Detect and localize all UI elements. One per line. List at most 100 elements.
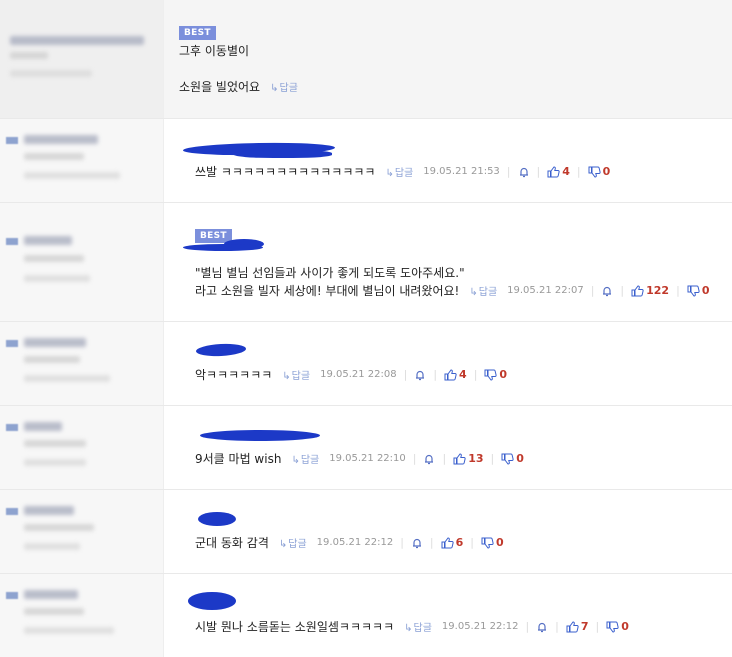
reply-button[interactable]: ↳답글 (404, 619, 432, 634)
downvote-button[interactable]: 0 (606, 620, 629, 633)
upvote-button[interactable]: 4 (547, 165, 570, 178)
comment-content: 9서클 마법 wish ↳답글 19.05.21 22:10 | | 13 | … (164, 406, 732, 489)
comment-timestamp: 19.05.21 22:08 (320, 369, 397, 380)
thumbs-up-icon (441, 536, 454, 548)
reply-arrow-icon: ↳ (404, 623, 413, 634)
comment-content: 악ㅋㅋㅋㅋㅋㅋ ↳답글 19.05.21 22:08 | | 4 | 0 (164, 322, 732, 405)
reply-arrow-icon: ↳ (469, 287, 478, 298)
comment-timestamp: 19.05.21 22:12 (316, 537, 394, 548)
upvote-button[interactable]: 122 (631, 284, 669, 297)
comment-row: BEST "별님 별님 선임들과 사이가 좋게 되도록 도아주세요." 라고 소… (0, 203, 732, 322)
thumbs-down-icon (484, 369, 498, 381)
reply-button[interactable]: ↳답글 (282, 367, 310, 382)
divider: | (470, 536, 475, 549)
comment-line-1: 그후 이동별이 (179, 42, 249, 59)
reply-button[interactable]: ↳답글 (385, 164, 413, 179)
upvote-count: 7 (580, 620, 589, 633)
divider: | (506, 165, 511, 178)
divider: | (403, 368, 408, 381)
thumbs-up-icon (566, 620, 579, 632)
divider: | (442, 452, 447, 465)
bell-icon[interactable] (411, 537, 423, 549)
flag-icon (6, 424, 18, 431)
divider: | (595, 620, 600, 633)
downvote-button[interactable]: 0 (501, 452, 524, 465)
comment-line-1: 악ㅋㅋㅋㅋㅋㅋ ↳답글 19.05.21 22:08 | | 4 | 0 (195, 366, 507, 383)
thumbs-up-icon (453, 452, 466, 464)
comment-line-1: 시발 뭔나 소름돋는 소원일셈ㅋㅋㅋㅋㅋ ↳답글 19.05.21 22:12 … (195, 618, 629, 635)
divider: | (412, 452, 417, 465)
upvote-button[interactable]: 4 (444, 368, 467, 381)
comment-content: BEST 그후 이동별이 소원을 빌었어요 ↳답글 (164, 0, 732, 118)
downvote-button[interactable]: 0 (687, 284, 710, 297)
thumbs-up-icon (547, 165, 560, 177)
bell-icon[interactable] (423, 453, 435, 465)
reply-button[interactable]: ↳답글 (279, 535, 307, 550)
reply-button[interactable]: ↳답글 (270, 79, 298, 94)
downvote-count: 0 (701, 284, 710, 297)
flag-icon (6, 508, 18, 515)
bell-icon[interactable] (536, 621, 548, 633)
comment-author-blurred (0, 203, 164, 321)
thumbs-up-icon (631, 284, 644, 296)
divider: | (490, 452, 495, 465)
comment-author-blurred (0, 322, 164, 405)
divider: | (676, 284, 680, 297)
comment-row: 악ㅋㅋㅋㅋㅋㅋ ↳답글 19.05.21 22:08 | | 4 | 0 (0, 322, 732, 406)
comment-author-blurred (0, 490, 164, 573)
reply-button[interactable]: ↳답글 (291, 451, 319, 466)
divider: | (536, 165, 541, 178)
comment-row: 군대 동화 감격 ↳답글 19.05.21 22:12 | | 6 | 0 (0, 490, 732, 574)
redaction-scribble (188, 592, 236, 610)
divider: | (525, 620, 530, 633)
comment-line-1: "별님 별님 선임들과 사이가 좋게 되도록 도아주세요." (195, 264, 465, 281)
comment-row: 시발 뭔나 소름돋는 소원일셈ㅋㅋㅋㅋㅋ ↳답글 19.05.21 22:12 … (0, 574, 732, 657)
comment-line-2: 라고 소원을 빌자 세상에! 부대에 별님이 내려왔어요! ↳답글 19.05.… (195, 282, 709, 299)
downvote-count: 0 (499, 368, 508, 381)
comment-text: 소원을 빌었어요 (179, 80, 261, 94)
comment-content: BEST "별님 별님 선임들과 사이가 좋게 되도록 도아주세요." 라고 소… (164, 203, 732, 321)
comment-line-1: 군대 동화 감격 ↳답글 19.05.21 22:12 | | 6 | 0 (195, 534, 504, 551)
comment-timestamp: 19.05.21 21:53 (423, 166, 500, 177)
comment-content: 시발 뭔나 소름돋는 소원일셈ㅋㅋㅋㅋㅋ ↳답글 19.05.21 22:12 … (164, 574, 732, 657)
comment-text: 악ㅋㅋㅋㅋㅋㅋ (195, 368, 273, 382)
comment-timestamp: 19.05.21 22:12 (441, 621, 519, 632)
thumbs-down-icon (606, 621, 619, 633)
comment-row: BEST 그후 이동별이 소원을 빌었어요 ↳답글 (0, 0, 732, 119)
downvote-count: 0 (516, 452, 524, 465)
bell-icon[interactable] (601, 285, 613, 297)
thumbs-down-icon (481, 537, 494, 549)
downvote-button[interactable]: 0 (588, 165, 611, 178)
upvote-button[interactable]: 13 (453, 452, 484, 465)
reply-arrow-icon: ↳ (282, 371, 291, 382)
comment-author-blurred (0, 119, 164, 202)
divider: | (429, 536, 434, 549)
comment-author-blurred (0, 406, 164, 489)
comment-list: BEST 그후 이동별이 소원을 빌었어요 ↳답글 쓰발 ㅋㅋㅋㅋㅋㅋㅋㅋㅋㅋㅋ… (0, 0, 732, 657)
redaction-scribble (200, 430, 320, 441)
comment-line-1: 9서클 마법 wish ↳답글 19.05.21 22:10 | | 13 | … (195, 450, 524, 467)
bell-icon[interactable] (414, 369, 426, 381)
reply-arrow-icon: ↳ (291, 455, 300, 466)
comment-line-1: 쓰발 ㅋㅋㅋㅋㅋㅋㅋㅋㅋㅋㅋㅋㅋㅋ ↳답글 19.05.21 21:53 | |… (195, 163, 610, 180)
redaction-scribble (234, 150, 332, 158)
comment-text: 그후 이동별이 (179, 44, 250, 58)
downvote-button[interactable]: 0 (481, 536, 504, 549)
comment-text: 쓰발 ㅋㅋㅋㅋㅋㅋㅋㅋㅋㅋㅋㅋㅋㅋ (195, 165, 376, 179)
bell-icon[interactable] (518, 166, 530, 178)
comment-author-blurred (0, 0, 164, 118)
comment-line-2: 소원을 빌었어요 ↳답글 (179, 78, 298, 95)
comment-author-blurred (0, 574, 164, 657)
thumbs-up-icon (444, 368, 457, 380)
downvote-count: 0 (602, 165, 611, 178)
upvote-button[interactable]: 7 (566, 620, 589, 633)
comment-text: 라고 소원을 빌자 세상에! 부대에 별님이 내려왔어요! (195, 284, 460, 298)
upvote-button[interactable]: 6 (441, 536, 464, 549)
redaction-scribble (198, 512, 236, 526)
reply-button[interactable]: ↳답글 (469, 283, 497, 298)
upvote-count: 6 (455, 536, 464, 549)
flag-icon (6, 238, 18, 245)
comment-text: 9서클 마법 wish (195, 452, 282, 466)
thumbs-down-icon (588, 166, 601, 178)
downvote-button[interactable]: 0 (484, 368, 507, 381)
